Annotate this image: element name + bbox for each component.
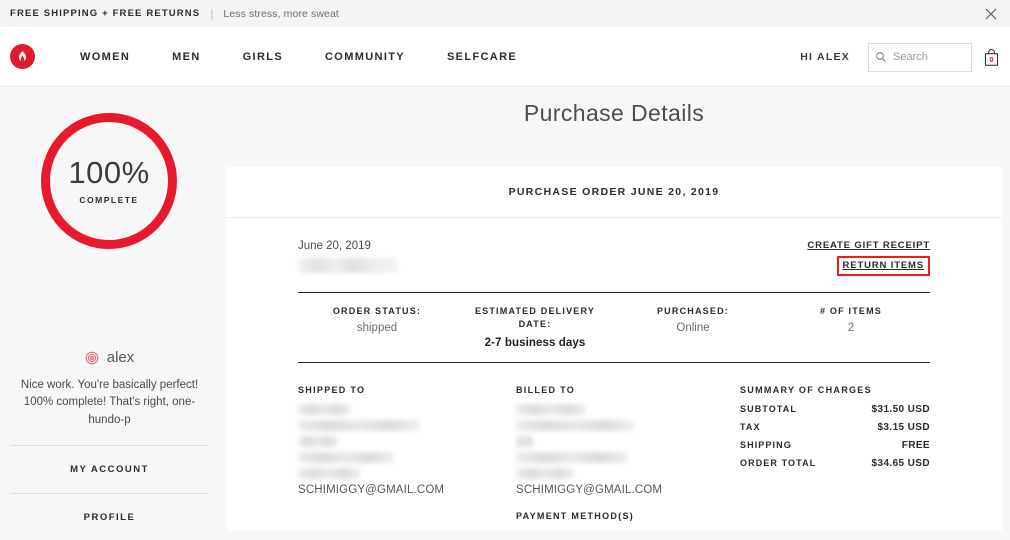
payment-methods-title: PAYMENT METHOD(S)	[516, 511, 635, 522]
account-greeting-link[interactable]: HI ALEX	[800, 51, 850, 63]
summary-row-tax: TAX $3.15 USD	[740, 422, 930, 433]
summary-label: SUBTOTAL	[740, 404, 797, 415]
status-value: 2	[847, 322, 855, 335]
user-identity: alex	[0, 349, 219, 366]
card-body: June 20, 2019 CREATE GIFT RECEIPT RETURN…	[226, 218, 1002, 531]
completion-message: Nice work. You're basically perfect! 100…	[20, 379, 199, 426]
order-date: June 20, 2019	[298, 240, 371, 252]
status-value: Online	[676, 322, 710, 335]
billed-to-title: BILLED TO	[516, 385, 576, 396]
redacted-line	[298, 436, 338, 448]
create-gift-receipt-link[interactable]: CREATE GIFT RECEIPT	[807, 240, 930, 251]
order-number-redacted	[298, 258, 398, 273]
order-detail-columns: SHIPPED TO SCHIMIGGY@GMAIL.COM BILLED TO	[298, 363, 930, 531]
redacted-line	[516, 436, 534, 448]
summary-value: FREE	[901, 440, 930, 452]
billed-to-email: SCHIMIGGY@GMAIL.COM	[516, 484, 663, 497]
bag-item-count: 0	[989, 55, 994, 64]
shipped-to-email: SCHIMIGGY@GMAIL.COM	[298, 484, 445, 497]
sidebar-item-profile[interactable]: PROFILE	[10, 493, 209, 540]
promo-separator: |	[210, 6, 214, 21]
status-cell-estimated-delivery: ESTIMATED DELIVERY DATE: 2-7 business da…	[456, 305, 614, 349]
summary-value: $31.50 USD	[871, 404, 930, 416]
status-label: PURCHASED:	[656, 306, 729, 316]
nav-item-women[interactable]: WOMEN	[80, 51, 130, 63]
redacted-line	[298, 452, 394, 464]
profile-completion-ring: 100% COMPLETE	[41, 113, 177, 249]
redacted-line	[298, 404, 350, 416]
purchase-details-page: FREE SHIPPING + FREE RETURNS | Less stre…	[0, 0, 1010, 540]
sidebar-item-label: PROFILE	[83, 512, 136, 523]
search-icon	[876, 52, 886, 62]
summary-value: $34.65 USD	[871, 458, 930, 470]
page-title: Purchase Details	[523, 100, 705, 126]
nav-item-girls[interactable]: GIRLS	[243, 51, 283, 63]
summary-title: SUMMARY OF CHARGES	[740, 385, 872, 396]
nav-item-selfcare[interactable]: SELFCARE	[447, 51, 517, 63]
header-utilities: HI ALEX 0	[800, 27, 1000, 87]
status-label: ORDER STATUS:	[332, 306, 422, 316]
status-label: # OF ITEMS	[819, 306, 882, 316]
card-header: PURCHASE ORDER JUNE 20, 2019	[226, 167, 1002, 218]
order-actions: CREATE GIFT RECEIPT RETURN ITEMS	[807, 240, 930, 276]
summary-label: ORDER TOTAL	[740, 458, 817, 469]
promo-headline: FREE SHIPPING + FREE RETURNS	[10, 8, 201, 19]
billed-to-block: BILLED TO SCHIMIGGY@GMAIL.COM PAYMENT ME…	[516, 385, 734, 521]
billed-to-address-redacted	[516, 404, 734, 480]
summary-row-shipping: SHIPPING FREE	[740, 440, 930, 451]
main-navigation: WOMEN MEN GIRLS COMMUNITY SELFCARE	[80, 27, 517, 87]
redacted-line	[298, 420, 420, 432]
shipped-to-address-redacted	[298, 404, 516, 480]
search-box[interactable]	[868, 42, 972, 72]
account-sidebar: 100% COMPLETE alex Nice work. You're bas…	[0, 88, 219, 540]
nav-item-men[interactable]: MEN	[172, 51, 201, 63]
shopping-bag-icon[interactable]: 0	[983, 47, 1000, 67]
summary-value: $3.15 USD	[877, 422, 930, 434]
nav-item-community[interactable]: COMMUNITY	[325, 51, 405, 63]
search-input[interactable]	[893, 51, 965, 63]
card-header-text: PURCHASE ORDER JUNE 20, 2019	[508, 186, 720, 198]
sidebar-menu: MY ACCOUNT PROFILE FAVOURITES COMMUNICAT…	[10, 445, 209, 540]
purchase-order-card: PURCHASE ORDER JUNE 20, 2019 June 20, 20…	[226, 167, 1002, 532]
promo-tagline: Less stress, more sweat	[223, 7, 339, 20]
close-icon[interactable]	[982, 5, 1000, 23]
redacted-line	[516, 468, 574, 480]
status-value: 2-7 business days	[484, 337, 586, 350]
sidebar-item-my-account[interactable]: MY ACCOUNT	[10, 445, 209, 493]
status-value: shipped	[356, 322, 398, 335]
lululemon-logo-icon[interactable]	[10, 44, 35, 69]
redacted-line	[516, 420, 634, 432]
order-summary-header: June 20, 2019 CREATE GIFT RECEIPT RETURN…	[298, 218, 930, 276]
redacted-line	[516, 452, 628, 464]
order-identity: June 20, 2019	[298, 240, 398, 273]
status-label: ESTIMATED DELIVERY DATE:	[474, 306, 596, 330]
shipped-to-title: SHIPPED TO	[298, 385, 366, 396]
summary-label: SHIPPING	[740, 440, 792, 451]
user-name: alex	[106, 349, 135, 366]
rosette-avatar-icon	[85, 351, 99, 364]
summary-row-subtotal: SUBTOTAL $31.50 USD	[740, 404, 930, 415]
summary-of-charges-block: SUMMARY OF CHARGES SUBTOTAL $31.50 USD T…	[734, 385, 930, 521]
site-header: WOMEN MEN GIRLS COMMUNITY SELFCARE HI AL…	[0, 27, 1010, 87]
promo-banner: FREE SHIPPING + FREE RETURNS | Less stre…	[0, 0, 1010, 27]
completion-percent: 100%	[68, 155, 150, 190]
sidebar-item-label: MY ACCOUNT	[70, 464, 149, 475]
summary-row-order-total: ORDER TOTAL $34.65 USD	[740, 458, 930, 469]
order-status-strip: ORDER STATUS: shipped ESTIMATED DELIVERY…	[298, 292, 930, 364]
redacted-line	[298, 468, 360, 480]
completion-label: COMPLETE	[79, 195, 139, 205]
redacted-line	[516, 404, 586, 416]
return-items-link[interactable]: RETURN ITEMS	[836, 256, 930, 276]
status-cell-item-count: # OF ITEMS 2	[772, 305, 930, 349]
status-cell-order-status: ORDER STATUS: shipped	[298, 305, 456, 349]
summary-label: TAX	[740, 422, 761, 433]
status-cell-purchased: PURCHASED: Online	[614, 305, 772, 349]
shipped-to-block: SHIPPED TO SCHIMIGGY@GMAIL.COM	[298, 385, 516, 521]
